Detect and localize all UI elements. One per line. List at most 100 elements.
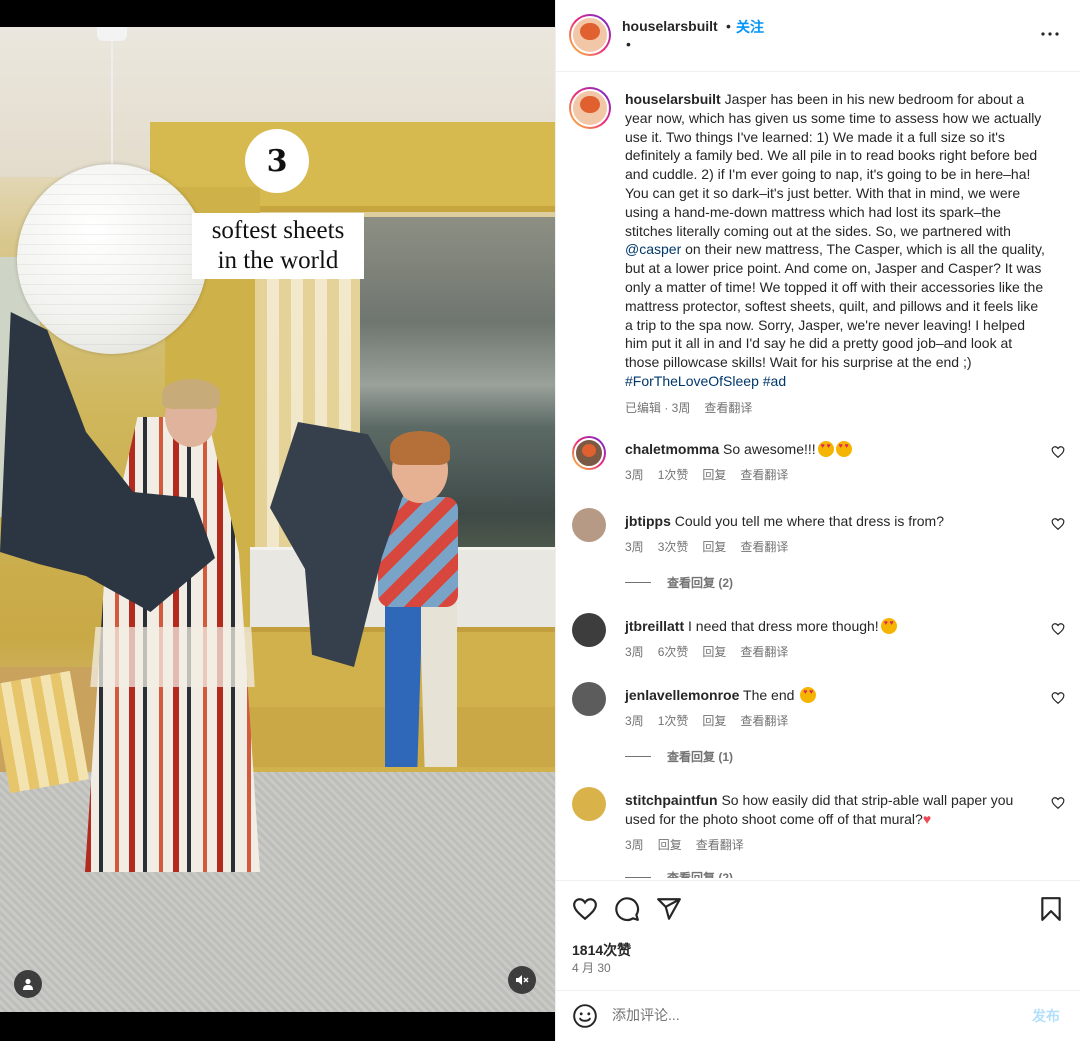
comment-avatar[interactable] <box>572 508 606 542</box>
post-side-panel: houselarsbuilt • 关注 • houselarsbuilt Jas… <box>555 0 1080 1041</box>
bookmark-icon[interactable] <box>1038 896 1064 922</box>
scene-rug <box>0 772 555 1012</box>
view-replies-button[interactable]: 查看回复 (1) <box>625 748 733 765</box>
scene-paper-lamp <box>17 164 207 354</box>
comment-username[interactable]: jtbreillatt <box>625 618 684 634</box>
comment-meta: 3周 1次赞 回复 查看翻译 <box>625 466 802 483</box>
hashtag-ad-link[interactable]: #ad <box>763 373 786 389</box>
caption-text: houselarsbuilt Jasper has been in his ne… <box>625 90 1045 391</box>
view-replies-label: 查看回复 (2) <box>667 576 734 590</box>
comment-text: stitchpaintfun So how easily did that st… <box>625 791 1040 829</box>
header-separator: • <box>726 18 731 34</box>
comment-translate-button[interactable]: 查看翻译 <box>740 468 788 482</box>
post-date: 4 月 30 <box>572 961 611 975</box>
view-replies-button[interactable]: 查看回复 (2) <box>625 574 733 591</box>
post-header: houselarsbuilt • 关注 • <box>556 0 1080 72</box>
comment-likes[interactable]: 6次赞 <box>658 645 689 659</box>
scene-woman-dress-band <box>90 627 255 687</box>
author-username[interactable]: houselarsbuilt <box>622 18 718 34</box>
scene-lamp-cord <box>111 27 113 167</box>
follow-button[interactable]: 关注 <box>736 17 764 37</box>
comment-text: jenlavellemonroe The end <box>625 686 1040 705</box>
caption-body-1: Jasper has been in his new bedroom for a… <box>625 91 1042 239</box>
heart-eyes-emoji <box>835 441 852 457</box>
comment-username[interactable]: jenlavellemonroe <box>625 687 739 703</box>
mention-link[interactable]: @casper <box>625 241 681 257</box>
heart-icon[interactable] <box>572 896 598 922</box>
view-replies-label: 查看回复 (1) <box>667 750 734 764</box>
comment-like-heart-icon[interactable] <box>1051 445 1065 459</box>
comment-likes[interactable]: 1次赞 <box>658 468 689 482</box>
comment-time: 3周 <box>625 468 644 482</box>
post-actions: 1814次赞 4 月 30 <box>556 880 1080 990</box>
comment-username[interactable]: stitchpaintfun <box>625 792 718 808</box>
comment-like-heart-icon[interactable] <box>1051 622 1065 636</box>
heart-eyes-emoji <box>880 618 897 634</box>
comment-body: So awesome!!! <box>723 441 816 457</box>
heart-eyes-emoji <box>817 441 834 457</box>
comment-text: jbtipps Could you tell me where that dre… <box>625 512 1040 531</box>
comment-meta: 3周 3次赞 回复 查看翻译 <box>625 538 802 555</box>
more-icon <box>1041 32 1059 36</box>
comment-translate-button[interactable]: 查看翻译 <box>696 838 744 852</box>
overlay-caption-line2: in the world <box>217 247 339 274</box>
comment-translate-button[interactable]: 查看翻译 <box>740 714 788 728</box>
comment-time: 3周 <box>625 714 644 728</box>
comment-meta: 3周 回复 查看翻译 <box>625 836 758 853</box>
caption-meta: 已编辑 · 3周 查看翻译 <box>625 399 766 416</box>
comment-input[interactable] <box>612 1004 1012 1026</box>
post-comment-button[interactable]: 发布 <box>1032 1006 1060 1026</box>
author-avatar[interactable] <box>569 14 611 56</box>
caption-edited-time: 已编辑 · 3周 <box>625 401 691 415</box>
comment-translate-button[interactable]: 查看翻译 <box>740 645 788 659</box>
view-replies-label: 查看回复 (2) <box>667 871 734 878</box>
comment-like-heart-icon[interactable] <box>1051 796 1065 810</box>
comment-like-heart-icon[interactable] <box>1051 691 1065 705</box>
hashtag-link[interactable]: #ForTheLoveOfSleep <box>625 373 759 389</box>
share-icon[interactable] <box>656 896 682 922</box>
comment-avatar[interactable] <box>572 787 606 821</box>
tagged-users-button[interactable] <box>14 970 42 998</box>
comment-text: jtbreillatt I need that dress more thoug… <box>625 617 1040 636</box>
video-overlay-caption: softest sheets in the world <box>192 213 364 279</box>
comment-body: I need that dress more though! <box>688 618 879 634</box>
caption-translate-button[interactable]: 查看翻译 <box>704 401 752 415</box>
comment-reply-button[interactable]: 回复 <box>658 838 682 852</box>
comment-reply-button[interactable]: 回复 <box>702 645 726 659</box>
comment-time: 3周 <box>625 540 644 554</box>
like-count[interactable]: 1814次赞 <box>572 940 631 960</box>
comment-body: The end <box>743 687 799 703</box>
comment-reply-button[interactable]: 回复 <box>702 540 726 554</box>
heart-eyes-emoji <box>800 687 817 703</box>
comment-reply-button[interactable]: 回复 <box>702 714 726 728</box>
comment-reply-button[interactable]: 回复 <box>702 468 726 482</box>
caption-username[interactable]: houselarsbuilt <box>625 91 721 107</box>
scene-lamp-cap <box>97 27 127 41</box>
caption-avatar[interactable] <box>569 87 611 129</box>
comments-list[interactable]: houselarsbuilt Jasper has been in his ne… <box>556 73 1080 878</box>
mute-button[interactable] <box>508 966 536 994</box>
comment-avatar[interactable] <box>572 613 606 647</box>
emoji-icon[interactable] <box>572 1003 598 1029</box>
header-sub-dot: • <box>626 36 631 52</box>
comment-username[interactable]: chaletmomma <box>625 441 719 457</box>
post-media[interactable]: 3 softest sheets in the world <box>0 0 555 1041</box>
comment-time: 3周 <box>625 645 644 659</box>
comment-translate-button[interactable]: 查看翻译 <box>740 540 788 554</box>
view-replies-button[interactable]: 查看回复 (2) <box>625 869 733 878</box>
scene-boy-hair <box>390 431 450 465</box>
comment-avatar[interactable] <box>572 436 606 470</box>
comment-username[interactable]: jbtipps <box>625 513 671 529</box>
more-options-button[interactable] <box>1038 22 1062 46</box>
comment-like-heart-icon[interactable] <box>1051 517 1065 531</box>
comment-likes[interactable]: 1次赞 <box>658 714 689 728</box>
comment-avatar[interactable] <box>572 682 606 716</box>
comment-icon[interactable] <box>614 896 640 922</box>
caption-body-2: on their new mattress, The Casper, which… <box>625 241 1045 371</box>
comment-likes[interactable]: 3次赞 <box>658 540 689 554</box>
video-overlay-number: 3 <box>245 129 309 193</box>
comment-meta: 3周 6次赞 回复 查看翻译 <box>625 643 802 660</box>
overlay-caption-line1: softest sheets <box>211 217 345 244</box>
mute-icon <box>516 975 529 985</box>
comment-time: 3周 <box>625 838 644 852</box>
